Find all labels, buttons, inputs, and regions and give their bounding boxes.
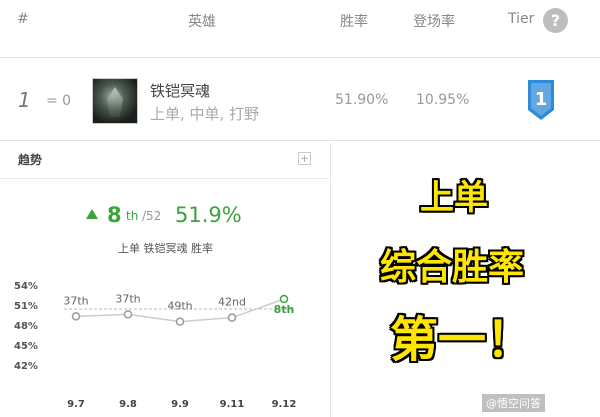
rank-label: 42nd — [218, 296, 246, 309]
overlay-line-1: 上单 — [420, 178, 488, 218]
y-tick-label: 54% — [14, 281, 38, 292]
tier-value: 1 — [535, 89, 548, 110]
table-header: # 英雄 胜率 登场率 Tier ? — [0, 0, 600, 42]
tier-badge-icon: 1 — [528, 80, 554, 120]
rank-label: 37th — [63, 294, 88, 307]
trend-rank: 8 — [107, 203, 122, 227]
column-hero[interactable]: 英雄 — [188, 11, 216, 31]
data-point — [227, 313, 237, 322]
trend-win-rate: 51.9% — [175, 203, 242, 227]
data-point — [175, 317, 185, 326]
rank-label: 37th — [115, 292, 140, 305]
column-pick-rate[interactable]: 登场率 — [413, 11, 455, 31]
x-tick-label: 9.8 — [119, 399, 137, 410]
y-tick-label: 42% — [14, 361, 38, 372]
rank-change: = 0 — [46, 93, 72, 109]
overlay-line-3: 第一！ — [390, 312, 535, 368]
x-tick-label: 9.7 — [67, 399, 85, 410]
rank-label: 49th — [167, 300, 192, 313]
y-tick-label: 51% — [14, 301, 38, 312]
row-win-rate: 51.90% — [335, 92, 389, 108]
rank-label: 8th — [274, 303, 295, 316]
y-tick-label: 45% — [14, 341, 38, 352]
trend-subtitle: 上单 铁铠冥魂 胜率 — [118, 242, 213, 255]
trend-rank-suffix: th — [126, 209, 139, 223]
column-rank: # — [17, 11, 29, 27]
x-tick-label: 9.12 — [272, 399, 297, 410]
trend-rank-total: /52 — [142, 209, 162, 223]
x-tick-label: 9.11 — [220, 399, 245, 410]
data-point — [71, 312, 81, 321]
trend-chart: 54% 51% 48% 45% 42% 37th 9.7 37th 9.8 49th 9.9 42nd… — [14, 281, 297, 410]
data-point — [123, 310, 133, 319]
hero-avatar[interactable] — [92, 78, 138, 124]
arrow-up-icon — [86, 209, 98, 219]
help-icon[interactable]: ? — [543, 8, 568, 33]
watermark: @悟空问答 — [482, 394, 545, 412]
trend-panel: 趋势 + 8 th /52 51.9% 上单 铁铠冥魂 胜率 54% 51% 48%… — [0, 143, 331, 417]
trend-title: 趋势 — [18, 153, 43, 167]
data-point — [279, 294, 289, 304]
row-pick-rate: 10.95% — [416, 92, 470, 108]
overlay-line-2: 综合胜率 — [380, 247, 525, 288]
hero-positions: 上单, 中单, 打野 — [150, 105, 260, 123]
y-tick-label: 48% — [14, 321, 38, 332]
table-row[interactable]: 1 = 0 铁铠冥魂 上单, 中单, 打野 51.90% 10.95% 1 — [0, 57, 600, 141]
column-win-rate[interactable]: 胜率 — [340, 11, 368, 31]
row-rank: 1 — [18, 88, 31, 112]
expand-icon[interactable]: + — [298, 152, 311, 165]
divider — [0, 178, 331, 179]
hero-name[interactable]: 铁铠冥魂 — [150, 80, 210, 101]
page: { "header": { "hash": "#", "hero": "英雄",… — [0, 0, 600, 417]
x-tick-label: 9.9 — [171, 399, 189, 410]
column-tier[interactable]: Tier — [508, 11, 534, 27]
